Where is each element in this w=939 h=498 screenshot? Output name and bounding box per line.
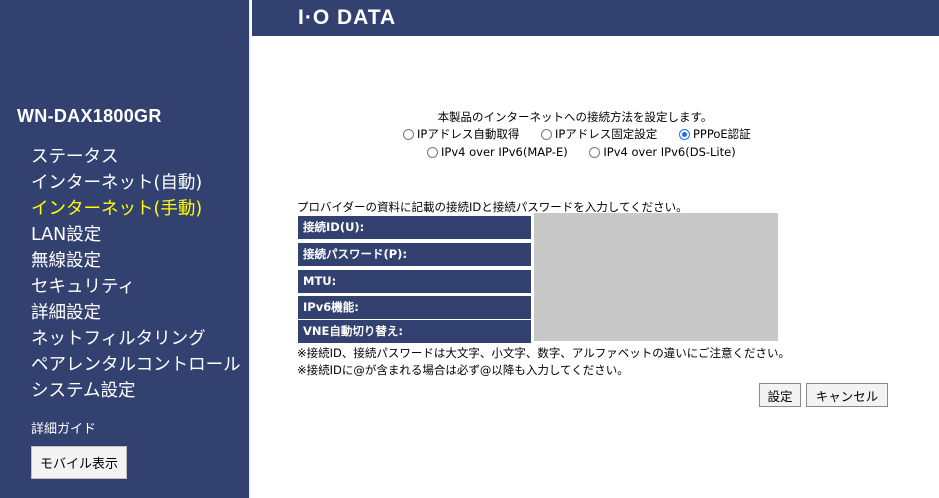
brand-logo: I·O DATA [298,6,397,29]
detail-guide-link[interactable]: 詳細ガイド [31,418,96,437]
mobile-view-button[interactable]: モバイル表示 [31,446,127,479]
radio-button-selected[interactable] [678,129,690,140]
intro-text: 本製品のインターネットへの接続方法を設定します。 [437,110,713,124]
sidebar-item-parental-control[interactable]: ペアレンタルコントロール [31,352,241,378]
header-bar: I·O DATA [252,0,939,36]
method-ds-lite[interactable]: IPv4 over IPv6(DS-Lite) [589,145,736,159]
sidebar-item-wireless[interactable]: 無線設定 [31,248,241,274]
vne-auto-switch-label: VNE自動切り替え: [298,320,531,343]
method-label: IPアドレス自動取得 [417,127,520,141]
radio-button[interactable] [589,147,601,158]
sidebar-item-lan[interactable]: LAN設定 [31,222,241,248]
method-label: IPv4 over IPv6(DS-Lite) [603,145,736,159]
connection-method-row-2: IPv4 over IPv6(MAP-E) IPv4 over IPv6(DS-… [427,145,754,159]
at-sign-note: ※接続IDに@が含まれる場合は必ず@以降も入力してください。 [297,363,629,377]
method-label: PPPoE認証 [692,127,751,141]
sidebar-item-system[interactable]: システム設定 [31,378,241,404]
ipv6-function-label: IPv6機能: [298,296,531,319]
apply-button[interactable]: 設定 [759,383,801,407]
cancel-button[interactable]: キャンセル [806,383,888,407]
method-map-e[interactable]: IPv4 over IPv6(MAP-E) [427,145,571,159]
method-label: IPv4 over IPv6(MAP-E) [441,145,568,159]
sidebar-item-status[interactable]: ステータス [31,144,241,170]
method-label: IPアドレス固定設定 [554,127,658,141]
radio-button[interactable] [427,147,438,158]
method-static-ip[interactable]: IPアドレス固定設定 [540,127,661,141]
sidebar-item-advanced[interactable]: 詳細設定 [31,300,241,326]
sidebar-item-net-filtering[interactable]: ネットフィルタリング [31,326,241,352]
method-auto-ip[interactable]: IPアドレス自動取得 [403,127,523,141]
mtu-label: MTU: [298,270,531,293]
sidebar-item-internet-manual[interactable]: インターネット(手動) [31,196,241,222]
sidebar-item-internet-auto[interactable]: インターネット(自動) [31,170,241,196]
fields-placeholder-panel [534,213,778,341]
connection-password-label: 接続パスワード(P): [298,243,531,266]
case-sensitivity-note: ※接続ID、接続パスワードは大文字、小文字、数字、アルファベットの違いにご注意く… [297,346,791,360]
sidebar: WN-DAX1800GR ステータス インターネット(自動) インターネット(手… [0,0,250,498]
radio-button[interactable] [540,129,552,140]
method-pppoe[interactable]: PPPoE認証 [678,127,751,141]
connection-method-row-1: IPアドレス自動取得 IPアドレス固定設定 PPPoE認証 [403,126,769,142]
radio-button[interactable] [403,129,414,140]
sidebar-nav: ステータス インターネット(自動) インターネット(手動) LAN設定 無線設定… [31,144,241,404]
sidebar-item-security[interactable]: セキュリティ [31,274,241,300]
connection-id-label: 接続ID(U): [298,216,531,239]
